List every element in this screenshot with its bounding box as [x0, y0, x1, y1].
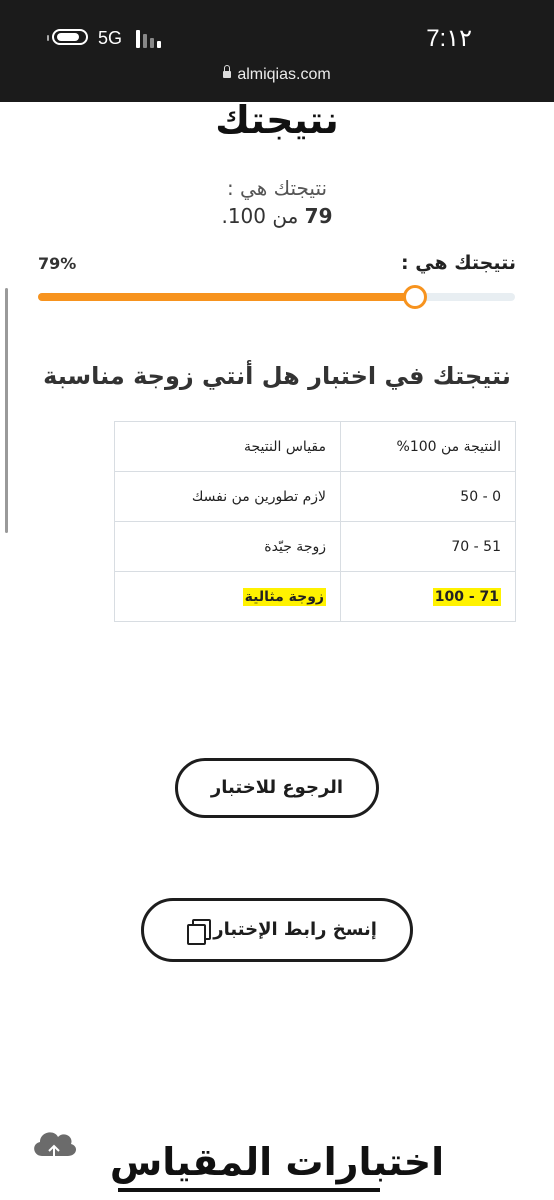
- status-bar: 5G 7:١٢ almiqias.com: [0, 0, 554, 102]
- score-scale-table: النتيجة من 100% مقياس النتيجة 0 - 50 لاز…: [114, 421, 516, 622]
- url-text: almiqias.com: [237, 66, 331, 83]
- table-cell: لازم تطورين من نفسك: [114, 471, 341, 522]
- clock: 7:١٢: [426, 25, 472, 52]
- score-progress-bar: [38, 285, 515, 309]
- url-bar[interactable]: almiqias.com: [0, 65, 554, 84]
- progress-fill: [38, 293, 415, 301]
- page-title: نتيجتك: [215, 98, 339, 142]
- result-label: نتيجتك هي :: [226, 176, 328, 200]
- progress-label: نتيجتك هي :: [400, 252, 516, 274]
- table-header: النتيجة من 100%: [340, 421, 516, 472]
- progress-knob: [402, 285, 427, 309]
- section-heading: نتيجتك في اختبار هل أنتي زوجة مناسبة: [43, 362, 511, 390]
- result-score: 79: [304, 204, 333, 228]
- highlighted-range: 71 - 100: [432, 587, 501, 606]
- table-cell: 0 - 50: [340, 471, 516, 522]
- table-cell: زوجة جيّدة: [114, 521, 341, 572]
- back-to-quiz-button[interactable]: الرجوع للاختبار: [175, 758, 379, 818]
- table-cell: 71 - 100: [340, 571, 516, 622]
- section-title-tests: اختبارات المقياس: [109, 1140, 445, 1184]
- scroll-indicator[interactable]: [5, 288, 8, 533]
- highlighted-result: زوجة مثالية: [242, 587, 326, 606]
- table-row: 51 - 70 زوجة جيّدة: [114, 521, 516, 572]
- table-row: 0 - 50 لازم تطورين من نفسك: [114, 471, 516, 522]
- title-underline: [118, 1188, 380, 1192]
- result-out-of: من 100.: [221, 204, 305, 228]
- table-row: 71 - 100 زوجة مثالية: [114, 571, 516, 622]
- progress-percent: 79%: [38, 254, 77, 273]
- result-score-text: 79 من 100.: [0, 204, 554, 228]
- battery-tip: [47, 35, 49, 41]
- copy-quiz-link-button[interactable]: إنسخ رابط الإختبار: [141, 898, 413, 962]
- lock-icon: [223, 65, 232, 79]
- battery-icon: [52, 29, 88, 45]
- table-header-row: النتيجة من 100% مقياس النتيجة: [114, 421, 516, 472]
- signal-icon: [136, 30, 164, 48]
- back-button-label: الرجوع للاختبار: [210, 777, 344, 798]
- network-type: 5G: [98, 28, 123, 48]
- table-cell: زوجة مثالية: [114, 571, 341, 622]
- table-cell: 51 - 70: [340, 521, 516, 572]
- copy-icon: [185, 919, 212, 945]
- table-header: مقياس النتيجة: [114, 421, 341, 472]
- copy-button-label: إنسخ رابط الإختبار: [213, 919, 377, 940]
